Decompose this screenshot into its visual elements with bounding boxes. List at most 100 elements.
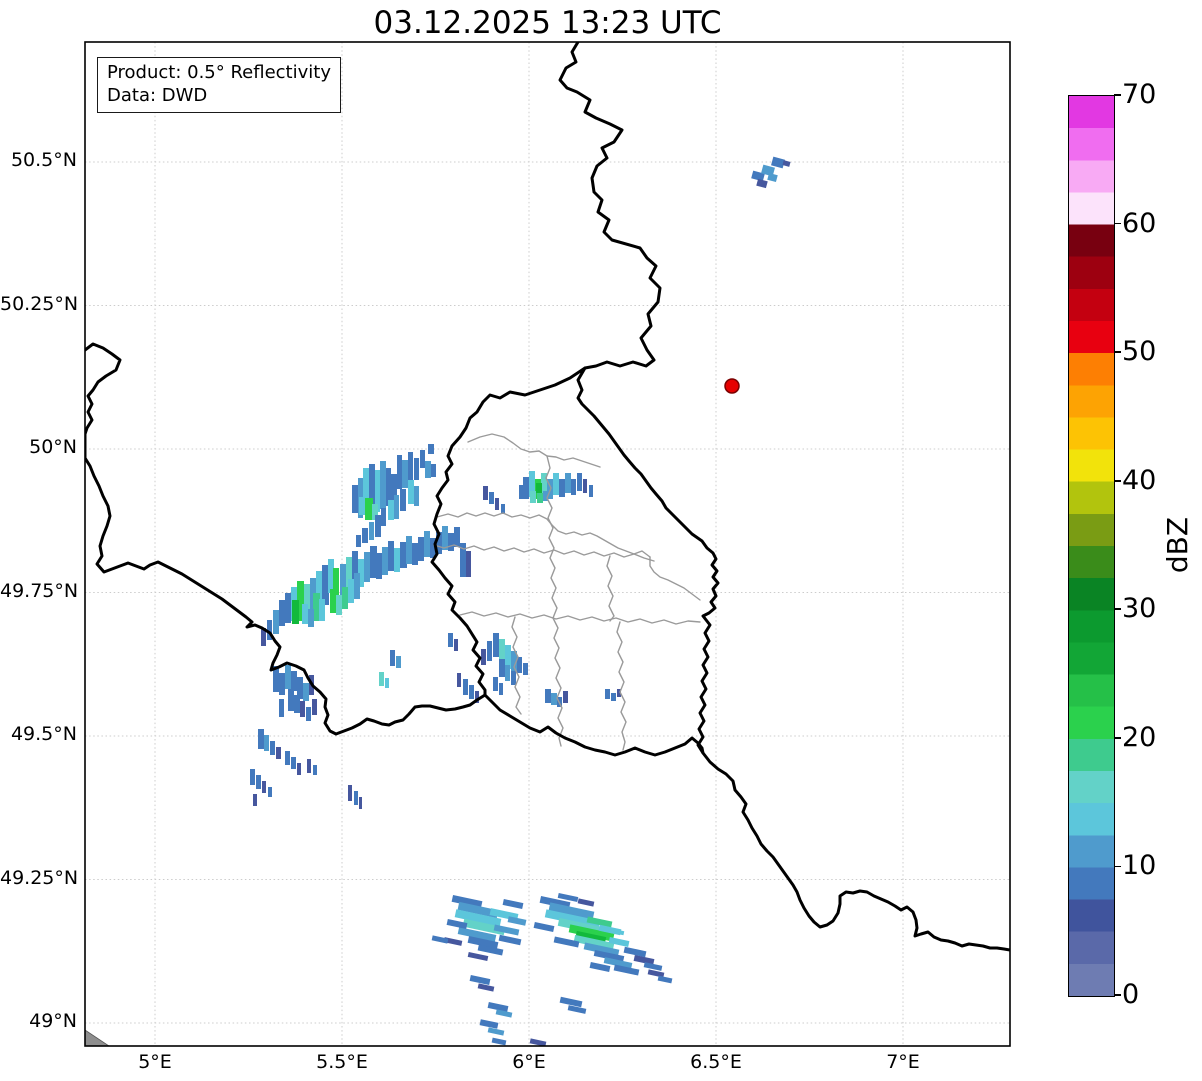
colorbar-tick-label: 50 bbox=[1122, 336, 1157, 368]
echo-cell bbox=[414, 458, 419, 480]
echo-cell bbox=[563, 691, 568, 703]
echo-cell bbox=[408, 480, 414, 504]
echo-cell bbox=[285, 665, 291, 689]
colorbar-tick-label: 0 bbox=[1122, 979, 1140, 1010]
y-tick-label: 49.5°N bbox=[10, 723, 77, 745]
canton-border bbox=[606, 555, 615, 622]
echo-cell bbox=[376, 553, 382, 579]
echo-cell bbox=[348, 785, 352, 801]
echo-cell bbox=[767, 172, 778, 183]
echo-cell bbox=[297, 763, 301, 775]
echo-cell bbox=[565, 473, 571, 493]
echo-cell bbox=[369, 522, 374, 540]
echo-cell bbox=[308, 609, 314, 627]
echo-cell bbox=[454, 527, 460, 547]
echo-cell bbox=[479, 1019, 499, 1029]
echo-cell bbox=[466, 551, 471, 577]
x-tick-label: 6°E bbox=[512, 1051, 546, 1073]
echo-cell bbox=[354, 791, 358, 805]
echo-cell bbox=[567, 1005, 587, 1014]
y-tick-label: 50°N bbox=[29, 436, 77, 458]
echo-cell bbox=[400, 542, 407, 568]
country-border-belgium-germany bbox=[558, 42, 662, 370]
echo-cell bbox=[530, 491, 536, 503]
echo-cell bbox=[356, 535, 361, 547]
echo-cell bbox=[498, 934, 522, 946]
x-tick-label: 6.5°E bbox=[690, 1051, 742, 1073]
colorbar-tick-label: 70 bbox=[1122, 79, 1157, 110]
echo-cell bbox=[319, 599, 325, 621]
echo-cell bbox=[285, 593, 291, 623]
echo-cell bbox=[291, 671, 297, 691]
echo-cell bbox=[382, 547, 388, 575]
echo-cell bbox=[499, 683, 503, 695]
echo-cell bbox=[493, 633, 499, 657]
y-tick-label: 49.25°N bbox=[0, 866, 79, 889]
echo-cell bbox=[364, 552, 370, 582]
canton-border bbox=[649, 556, 701, 601]
colorbar-tick-label: 40 bbox=[1122, 464, 1157, 496]
echo-cell bbox=[583, 479, 587, 493]
echo-cell bbox=[577, 473, 582, 491]
echo-cell bbox=[396, 656, 401, 668]
radar-site-marker bbox=[724, 378, 740, 394]
echo-cell bbox=[359, 497, 365, 515]
echo-cell bbox=[292, 600, 299, 624]
echo-cell bbox=[312, 699, 317, 715]
echo-cell bbox=[487, 641, 492, 661]
echo-cell bbox=[359, 797, 362, 809]
echo-cell bbox=[307, 759, 311, 773]
echo-cell bbox=[258, 729, 264, 749]
echo-cell bbox=[270, 741, 275, 755]
echo-cell bbox=[448, 633, 453, 647]
echo-cell bbox=[370, 546, 377, 578]
x-tick-label: 7°E bbox=[886, 1051, 920, 1073]
annotation-box: Product: 0.5° Reflectivity Data: DWD bbox=[97, 57, 341, 113]
echo-cell bbox=[397, 455, 402, 489]
echo-cell bbox=[406, 536, 412, 564]
echo-cell bbox=[491, 1037, 507, 1046]
echo-cell bbox=[559, 996, 583, 1008]
echo-cell bbox=[342, 587, 348, 609]
echo-cell bbox=[250, 769, 255, 785]
echo-cell bbox=[505, 665, 510, 681]
echo-cell bbox=[424, 531, 430, 557]
echo-cell bbox=[523, 663, 528, 675]
echo-cell bbox=[279, 699, 284, 717]
echo-cell bbox=[380, 461, 386, 509]
echo-cell bbox=[379, 672, 384, 686]
echo-cell bbox=[294, 695, 300, 713]
colorbar-axis-label: dBZ bbox=[1160, 516, 1194, 574]
echo-cell bbox=[605, 689, 610, 699]
echo-cell bbox=[268, 787, 272, 797]
annotation-product-line: Product: 0.5° Reflectivity bbox=[107, 62, 331, 83]
echo-cell bbox=[499, 659, 505, 677]
echo-cell bbox=[481, 649, 486, 665]
echo-cell bbox=[285, 751, 290, 765]
echo-cell bbox=[559, 479, 565, 497]
colorbar-tick-mark bbox=[1114, 94, 1121, 96]
echo-cell bbox=[495, 498, 499, 510]
echo-cell bbox=[291, 757, 296, 769]
echo-cell bbox=[362, 528, 368, 543]
echo-cell bbox=[502, 898, 524, 910]
y-tick-label: 50.25°N bbox=[0, 292, 79, 315]
map-canvas bbox=[84, 41, 1011, 1047]
echo-cell bbox=[253, 794, 257, 806]
echo-cell bbox=[463, 679, 468, 695]
echo-cell bbox=[313, 593, 320, 621]
echo-cell bbox=[354, 573, 360, 599]
colorbar-tick-mark bbox=[1114, 222, 1121, 225]
y-tick-label: 49°N bbox=[29, 1010, 77, 1032]
echo-cell bbox=[611, 693, 616, 701]
annotation-source-line: Data: DWD bbox=[107, 85, 208, 106]
echo-cell bbox=[412, 543, 418, 565]
echo-cell bbox=[467, 951, 489, 962]
echo-cell bbox=[303, 683, 309, 701]
echo-cell bbox=[365, 498, 373, 520]
echo-cell bbox=[469, 685, 474, 699]
echo-cell bbox=[394, 495, 399, 519]
echo-cell bbox=[457, 673, 461, 687]
echo-cell bbox=[454, 639, 458, 651]
echo-cell bbox=[348, 579, 354, 603]
